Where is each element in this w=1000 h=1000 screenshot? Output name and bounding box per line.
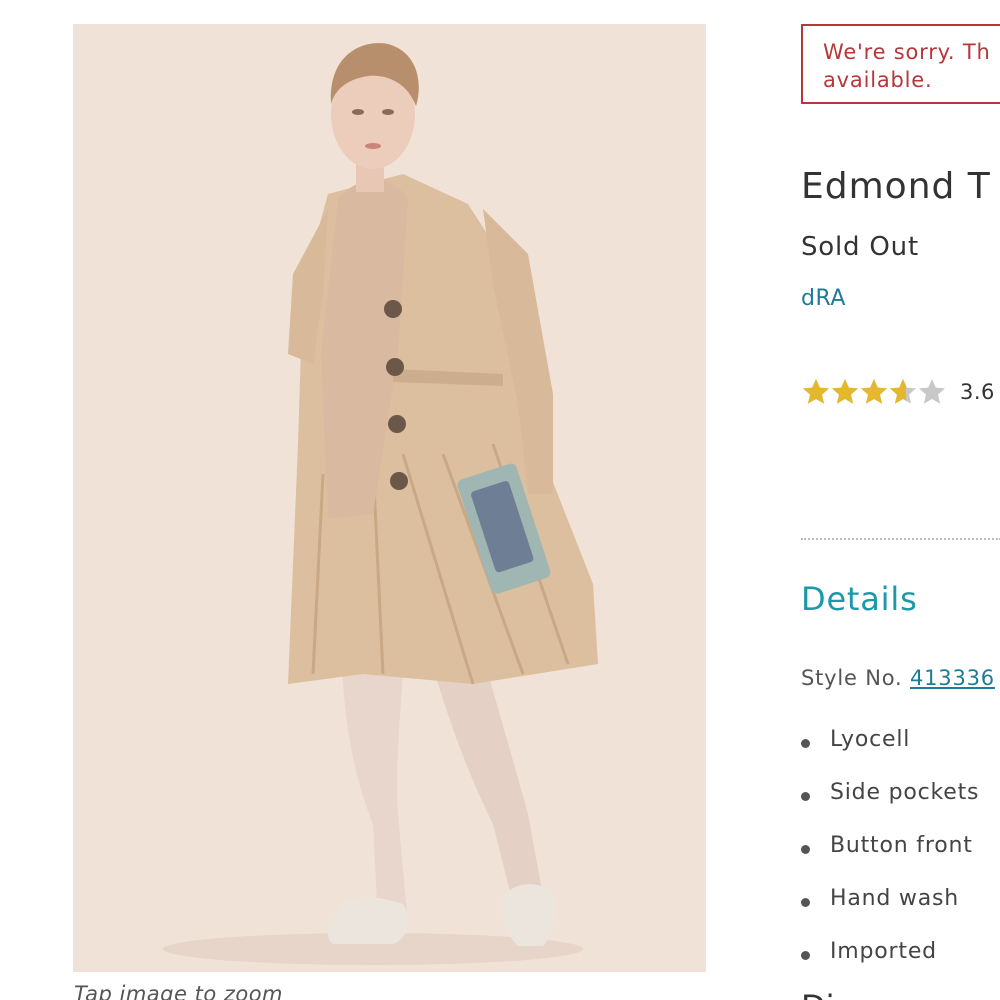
next-section-heading: Di bbox=[801, 988, 835, 1000]
style-number-label: Style No. bbox=[801, 666, 903, 690]
bullet-icon bbox=[801, 792, 810, 801]
product-title: Edmond T bbox=[801, 166, 991, 207]
feature-item: Button front bbox=[801, 833, 979, 886]
product-image[interactable] bbox=[73, 24, 706, 972]
bullet-icon bbox=[801, 898, 810, 907]
unavailable-alert: We're sorry. Th available. bbox=[801, 24, 1000, 104]
feature-label: Button front bbox=[830, 833, 973, 858]
alert-line-2: available. bbox=[823, 68, 933, 92]
product-photo-illustration bbox=[73, 24, 706, 972]
alert-line-1: We're sorry. Th bbox=[823, 40, 991, 64]
star-icon bbox=[803, 379, 829, 404]
rating-stars bbox=[801, 377, 946, 407]
feature-item: Side pockets bbox=[801, 780, 979, 833]
details-heading[interactable]: Details bbox=[801, 580, 918, 618]
feature-label: Side pockets bbox=[830, 780, 980, 805]
star-icon bbox=[890, 379, 916, 404]
style-number-row: Style No. 413336 bbox=[801, 666, 995, 690]
section-divider bbox=[801, 538, 1000, 540]
feature-label: Imported bbox=[830, 939, 937, 964]
feature-item: Lyocell bbox=[801, 727, 979, 780]
stock-status: Sold Out bbox=[801, 232, 919, 262]
feature-item: Imported bbox=[801, 939, 979, 992]
feature-list: Lyocell Side pockets Button front Hand wash… bbox=[801, 727, 979, 992]
star-icon bbox=[861, 379, 887, 404]
bullet-icon bbox=[801, 739, 810, 748]
star-icon bbox=[919, 379, 945, 404]
feature-label: Hand wash bbox=[830, 886, 960, 911]
product-page: Tap image to zoom We're sorry. Th availa… bbox=[0, 0, 1000, 1000]
zoom-caption: Tap image to zoom bbox=[74, 982, 284, 1000]
bullet-icon bbox=[801, 951, 810, 960]
product-rating[interactable]: 3.6 bbox=[801, 375, 995, 409]
style-number-link[interactable]: 413336 bbox=[910, 666, 995, 690]
brand-link[interactable]: dRA bbox=[801, 286, 846, 311]
feature-label: Lyocell bbox=[830, 727, 911, 752]
star-icon bbox=[832, 379, 858, 404]
bullet-icon bbox=[801, 845, 810, 854]
rating-value: 3.6 bbox=[960, 380, 995, 404]
feature-item: Hand wash bbox=[801, 886, 979, 939]
